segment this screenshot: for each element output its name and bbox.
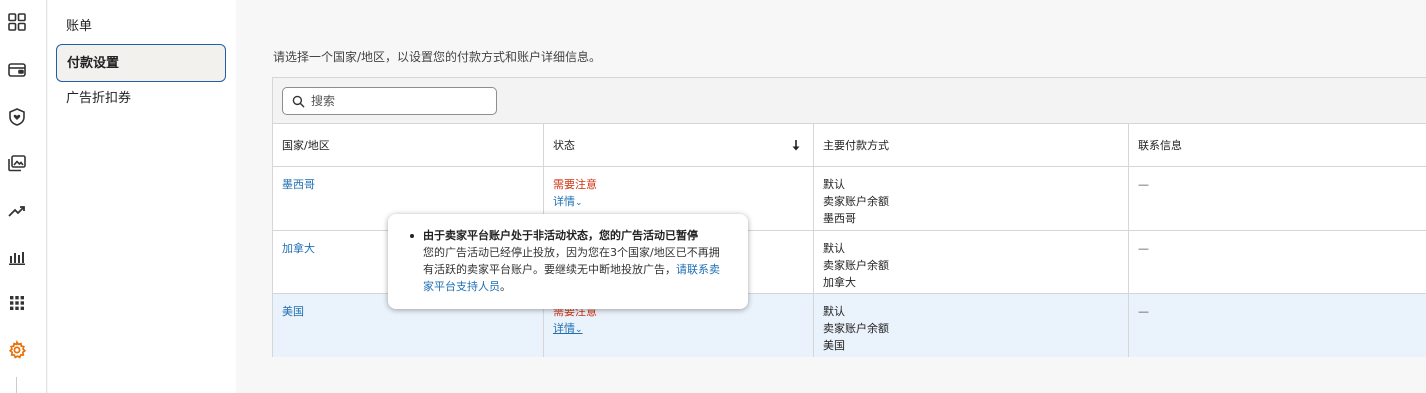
column-header-contact: 联系信息	[1138, 139, 1182, 152]
payment-country: 加拿大	[823, 276, 856, 289]
details-label: 详情	[553, 322, 575, 335]
dashboard-icon[interactable]	[7, 12, 27, 32]
table-header: 国家/地区 状态 主要付款方式 联系信息	[273, 124, 1426, 167]
payment-default: 默认	[823, 242, 845, 255]
payment-default: 默认	[823, 178, 845, 191]
popover-end-text: 。	[500, 280, 511, 293]
contact-value: —	[1138, 305, 1149, 318]
bullet-point	[410, 234, 414, 238]
search-input[interactable]	[311, 94, 481, 108]
gear-icon[interactable]	[7, 340, 27, 360]
contact-value: —	[1138, 178, 1149, 191]
column-header-status[interactable]: 状态	[544, 124, 814, 167]
wallet-icon[interactable]	[7, 60, 27, 80]
payment-country: 墨西哥	[823, 212, 856, 225]
popover-message: 您的广告活动已经停止投放，因为您在3个国家/地区已不再拥有活跃的卖家平台账户。要…	[423, 244, 730, 295]
status-details-popover: 由于卖家平台账户处于非活动状态，您的广告活动已暂停 您的广告活动已经停止投放，因…	[388, 214, 748, 309]
column-header-payment: 主要付款方式	[814, 124, 1129, 167]
payment-method: 卖家账户余额	[823, 195, 889, 208]
column-header-status-label: 状态	[553, 139, 575, 152]
popover-title: 由于卖家平台账户处于非活动状态，您的广告活动已暂停	[423, 229, 698, 242]
details-toggle[interactable]: 详情⌄	[553, 193, 813, 212]
payment-default: 默认	[823, 305, 845, 318]
search-box[interactable]	[282, 87, 497, 115]
chevron-down-icon: ⌄	[575, 198, 583, 208]
subnav-item-ad-coupons[interactable]: 广告折扣券	[56, 80, 226, 118]
billing-subnav: 账单 付款设置 广告折扣券	[48, 0, 236, 393]
trend-up-icon[interactable]	[7, 201, 27, 221]
country-link[interactable]: 加拿大	[282, 242, 315, 255]
photos-icon[interactable]	[7, 153, 27, 173]
sort-descending-icon[interactable]	[791, 139, 801, 152]
chevron-down-icon: ⌄	[575, 325, 583, 335]
apps-grid-icon[interactable]	[7, 293, 27, 313]
payment-method: 卖家账户余额	[823, 259, 889, 272]
search-icon	[292, 95, 305, 108]
column-header-country: 国家/地区	[273, 124, 544, 167]
country-link[interactable]: 墨西哥	[282, 178, 315, 191]
details-label: 详情	[553, 195, 575, 208]
icon-rail	[0, 0, 47, 393]
subnav-item-payment-settings[interactable]: 付款设置	[56, 44, 226, 82]
contact-value: —	[1138, 242, 1149, 255]
rail-divider	[16, 377, 17, 393]
payment-country: 美国	[823, 339, 845, 352]
payment-method: 卖家账户余额	[823, 322, 889, 335]
bar-chart-icon[interactable]	[7, 247, 27, 267]
details-toggle[interactable]: 详情⌄	[553, 320, 813, 339]
country-link[interactable]: 美国	[282, 305, 304, 318]
table-toolbar	[273, 78, 1426, 124]
main-content: 请选择一个国家/地区，以设置您的付款方式和账户详细信息。 国家/地区 状态 主要…	[236, 0, 1426, 393]
page-intro-text: 请选择一个国家/地区，以设置您的付款方式和账户详细信息。	[273, 50, 602, 64]
status-warning: 需要注意	[553, 178, 597, 191]
shield-heart-icon[interactable]	[7, 107, 27, 127]
subnav-item-billing[interactable]: 账单	[56, 8, 226, 46]
